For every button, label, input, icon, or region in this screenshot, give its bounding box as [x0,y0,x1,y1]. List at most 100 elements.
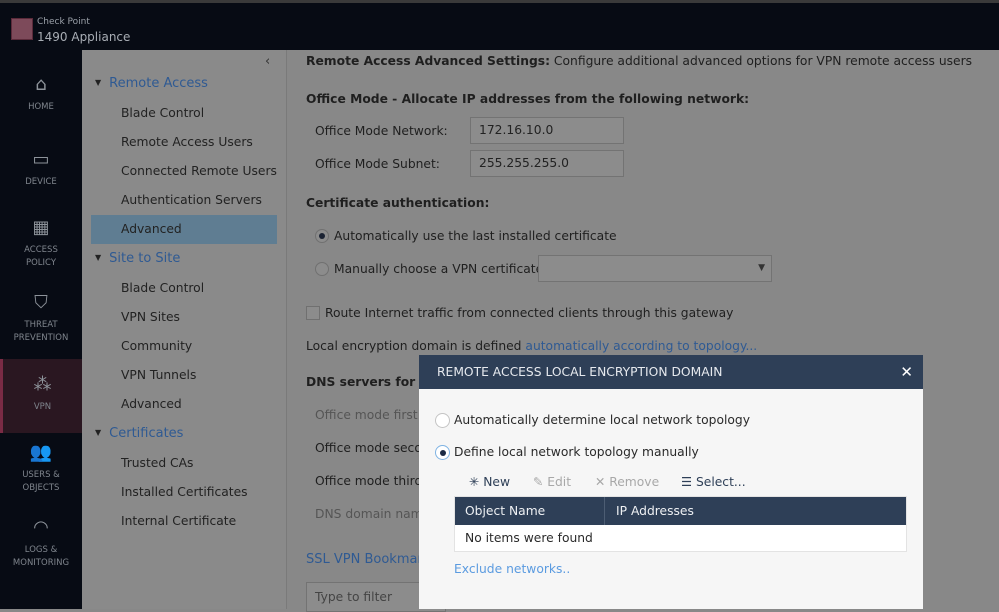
tree-item[interactable]: VPN Tunnels [91,361,277,390]
close-icon[interactable]: ✕ [900,355,913,389]
nav-label: ACCESS POLICY [24,245,58,268]
route-traffic-checkbox[interactable] [306,306,320,320]
collapse-panel-icon[interactable]: ‹ [265,54,270,69]
tree-item[interactable]: VPN Sites [91,303,277,332]
tree-group-remote-access[interactable]: ▼ Remote Access [95,76,208,91]
caret-down-icon: ▼ [95,253,102,262]
grid-icon: ▦ [32,217,50,238]
nav-access-policy[interactable]: ▦ ACCESS POLICY [0,218,82,270]
nav-label: USERS & OBJECTS [22,470,60,493]
manual-topology-radio[interactable] [435,445,450,460]
tree-item[interactable]: Installed Certificates [91,478,277,507]
nav-vpn[interactable]: ⁂ VPN [0,359,82,433]
route-traffic-label: Route Internet traffic from connected cl… [325,306,734,320]
select-list-icon: ☰ [681,475,693,489]
checkpoint-logo-icon [11,18,33,40]
select-label: Select... [695,475,746,489]
cert-manual-label: Manually choose a VPN certificate: [334,262,548,276]
chevron-down-icon: ▼ [758,263,765,273]
dns-title: DNS servers for Re [306,375,438,389]
nav-label: HOME [28,102,54,112]
shield-icon: ⛉ [34,292,48,313]
cert-auto-label: Automatically use the last installed cer… [334,229,617,243]
manual-topology-label: Define local network topology manually [454,445,699,459]
tree-group-certificates[interactable]: ▼ Certificates [95,426,183,441]
dns-second-label: Office mode secor [315,441,427,455]
auto-topology-label: Automatically determine local network to… [454,413,750,427]
group-label: Remote Access [109,76,208,91]
column-ip-addresses[interactable]: IP Addresses [616,497,694,525]
appliance-name: 1490 Appliance [37,30,131,44]
encdomain-text: Local encryption domain is defined [306,339,522,353]
vpn-tree-panel: ‹ ▼ Remote Access Blade Control Remote Ac… [82,50,287,609]
nav-label: LOGS & MONITORING [12,545,70,568]
encdomain-row: Local encryption domain is defined autom… [306,339,757,353]
vpn-network-icon: ⁂ [33,374,52,395]
x-icon: ✕ [595,475,606,489]
cert-auto-radio[interactable] [315,229,329,243]
network-label: Office Mode Network: [315,124,448,138]
nav-threat-prevention[interactable]: ⛉ THREAT PREVENTION [0,293,82,345]
subnet-label: Office Mode Subnet: [315,157,440,171]
tree-group-site-to-site[interactable]: ▼ Site to Site [95,251,180,266]
gauge-icon: ◠ [33,517,49,538]
page-description: Configure additional advanced options fo… [553,54,973,68]
tree-item[interactable]: Blade Control [91,274,277,303]
page-title: Remote Access Advanced Settings: [306,54,550,68]
caret-down-icon: ▼ [95,428,102,437]
tree-item[interactable]: Remote Access Users [91,128,277,157]
group-label: Certificates [109,426,184,441]
nav-logs-monitoring[interactable]: ◠ LOGS & MONITORING [0,518,82,570]
empty-table-message: No items were found [465,531,593,545]
encryption-domain-dialog: REMOTE ACCESS LOCAL ENCRYPTION DOMAIN ✕ A… [419,355,923,609]
pencil-icon: ✎ [533,475,544,489]
nav-device[interactable]: ▭ DEVICE [0,150,82,189]
nav-users-objects[interactable]: 👥 USERS & OBJECTS [0,443,82,495]
new-label: New [483,475,511,489]
tree-item[interactable]: Internal Certificate [91,507,277,536]
nav-label: THREAT PREVENTION [13,320,69,343]
ssl-bookmarks-title: SSL VPN Bookmark [306,552,431,567]
tree-item[interactable]: Advanced [91,390,277,419]
tree-item[interactable]: Community [91,332,277,361]
dns-first-label: Office mode first D [315,408,431,422]
dialog-title: REMOTE ACCESS LOCAL ENCRYPTION DOMAIN [437,365,723,379]
tree-item[interactable]: Authentication Servers [91,186,277,215]
dns-third-label: Office mode third [315,474,423,488]
remove-button[interactable]: ✕ Remove [595,475,659,489]
home-icon: ⌂ [35,74,47,95]
nav-label: VPN [33,402,52,412]
group-label: Site to Site [109,251,181,266]
remove-label: Remove [609,475,660,489]
auto-topology-radio[interactable] [435,413,450,428]
page-header: Remote Access Advanced Settings: Configu… [306,54,972,68]
device-icon: ▭ [32,149,50,170]
brand-name: Check Point [37,17,90,27]
dns-domain-label: DNS domain name [315,507,431,521]
new-button[interactable]: ✳ New [469,475,510,489]
objects-table: Object Name IP Addresses No items were f… [454,496,907,552]
office-mode-subnet-input[interactable]: 255.255.255.0 [470,150,624,177]
cert-select[interactable]: ▼ [538,255,772,282]
main-sidebar: ⌂ HOME ▭ DEVICE ▦ ACCESS POLICY ⛉ THREAT PRE… [0,50,82,609]
tree-item[interactable]: Connected Remote Users [91,157,277,186]
column-object-name[interactable]: Object Name [465,497,545,525]
cert-manual-radio[interactable] [315,262,329,276]
table-header: Object Name IP Addresses [455,497,906,525]
column-divider [604,497,605,525]
edit-label: Edit [547,475,572,489]
nav-label: DEVICE [25,177,57,187]
dialog-header: REMOTE ACCESS LOCAL ENCRYPTION DOMAIN ✕ [419,355,923,389]
tree-item[interactable]: Trusted CAs [91,449,277,478]
encdomain-link[interactable]: automatically according to topology... [525,339,757,353]
caret-down-icon: ▼ [95,78,102,87]
tree-item[interactable]: Blade Control [91,99,277,128]
tree-item-selected[interactable]: Advanced [91,215,277,244]
top-bar: Check Point 1490 Appliance [0,3,999,50]
cert-title: Certificate authentication: [306,196,490,210]
select-button[interactable]: ☰ Select... [681,475,746,489]
office-mode-network-input[interactable]: 172.16.10.0 [470,117,624,144]
nav-home[interactable]: ⌂ HOME [0,75,82,114]
edit-button[interactable]: ✎ Edit [533,475,571,489]
exclude-networks-link[interactable]: Exclude networks.. [454,562,570,576]
